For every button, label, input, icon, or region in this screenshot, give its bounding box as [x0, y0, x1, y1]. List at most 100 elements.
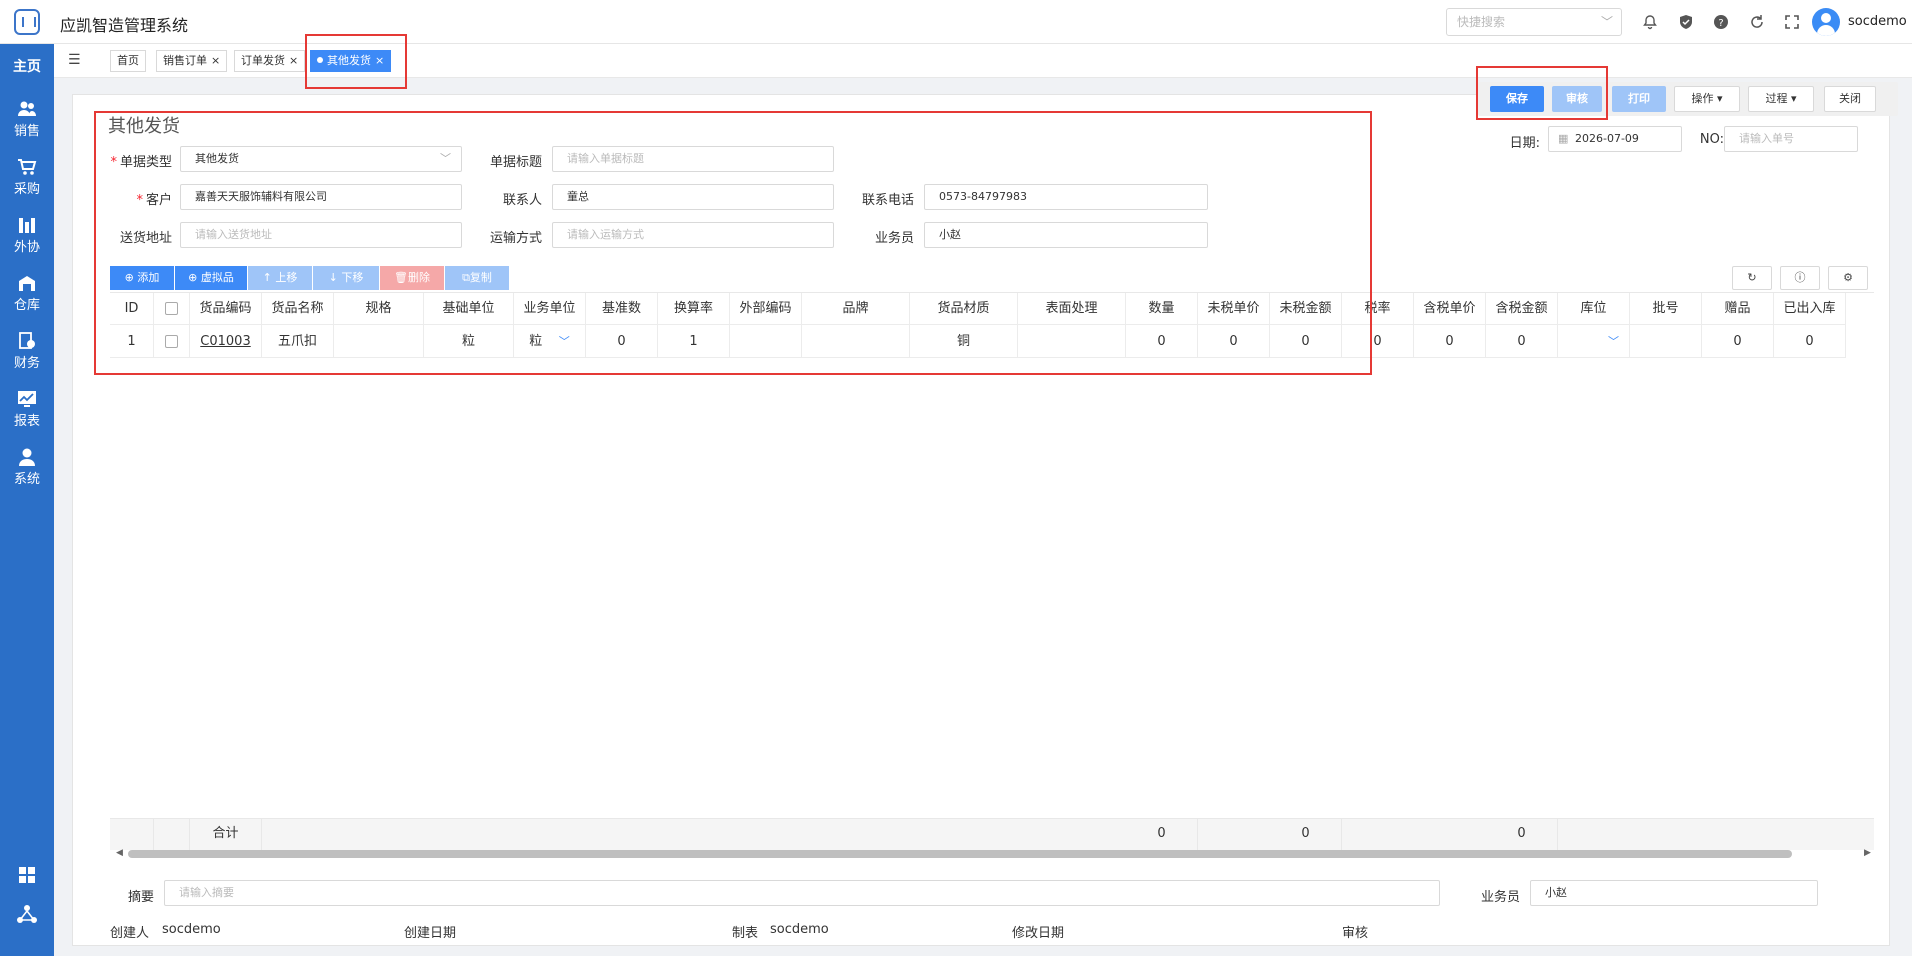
row-material[interactable]: 铜	[910, 325, 1018, 358]
close-icon[interactable]: ×	[289, 54, 298, 67]
row-external-code[interactable]	[730, 325, 802, 358]
row-tax-rate[interactable]: 0	[1342, 325, 1414, 358]
salesman-input[interactable]: 小赵	[924, 222, 1208, 248]
delete-row-button[interactable]: 🗑删除	[380, 266, 444, 290]
select-all-checkbox[interactable]	[165, 302, 178, 315]
bell-icon[interactable]	[1640, 12, 1660, 32]
sidebar-item-warehouse[interactable]: 仓库	[0, 274, 54, 313]
col-header-external-code[interactable]: 外部编码	[730, 293, 802, 325]
col-header-untaxed-price[interactable]: 未税单价	[1198, 293, 1270, 325]
sidebar-item-sales[interactable]: 销售	[0, 100, 54, 139]
row-batch[interactable]	[1630, 325, 1702, 358]
print-button[interactable]: 打印	[1612, 86, 1666, 112]
row-untaxed-price[interactable]: 0	[1198, 325, 1270, 358]
copy-row-button[interactable]: ⧉复制	[445, 266, 509, 290]
row-checkbox[interactable]	[165, 335, 178, 348]
col-header-conversion[interactable]: 换算率	[658, 293, 730, 325]
apps-grid-icon[interactable]	[17, 866, 37, 886]
date-field[interactable]: ▦ 2026-07-09	[1548, 126, 1682, 152]
col-header-spec[interactable]: 规格	[334, 293, 424, 325]
move-down-button[interactable]: ↓ 下移	[313, 266, 379, 290]
audit-button[interactable]: 审核	[1552, 86, 1602, 112]
save-button[interactable]: 保存	[1490, 86, 1544, 112]
row-inout[interactable]: 0	[1774, 325, 1846, 358]
row-biz-unit-select[interactable]: 粒 ﹀	[514, 325, 586, 358]
move-up-button[interactable]: ↑ 上移	[248, 266, 312, 290]
col-header-base-unit[interactable]: 基础单位	[424, 293, 514, 325]
menu-toggle-icon[interactable]: ☰	[68, 52, 81, 68]
row-gift[interactable]: 0	[1702, 325, 1774, 358]
scroll-right-icon[interactable]: ▶	[1864, 848, 1871, 858]
no-input[interactable]: 请输入单号	[1724, 126, 1858, 152]
close-icon[interactable]: ×	[375, 54, 384, 67]
sidebar-item-system[interactable]: 系统	[0, 448, 54, 487]
grid-refresh-icon[interactable]: ↻	[1732, 266, 1772, 290]
row-untaxed-amount[interactable]: 0	[1270, 325, 1342, 358]
col-header-brand[interactable]: 品牌	[802, 293, 910, 325]
col-header-location[interactable]: 库位	[1558, 293, 1630, 325]
close-button[interactable]: 关闭	[1824, 86, 1876, 112]
col-header-gift[interactable]: 赠品	[1702, 293, 1774, 325]
col-header-base-qty[interactable]: 基准数	[586, 293, 658, 325]
summary-input[interactable]: 请输入摘要	[164, 880, 1440, 906]
doc-type-select[interactable]: 其他发货 ﹀	[180, 146, 462, 172]
operate-dropdown[interactable]: 操作 ▾	[1674, 86, 1740, 112]
col-header-code[interactable]: 货品编码	[190, 293, 262, 325]
row-taxed-amount[interactable]: 0	[1486, 325, 1558, 358]
process-dropdown[interactable]: 过程 ▾	[1748, 86, 1814, 112]
refresh-icon[interactable]	[1747, 12, 1767, 32]
add-row-button[interactable]: ⊕ 添加	[110, 266, 174, 290]
username[interactable]: socdemo	[1848, 14, 1907, 29]
tab-sales-order[interactable]: 销售订单 ×	[156, 50, 228, 72]
transport-input[interactable]: 请输入运输方式	[552, 222, 834, 248]
sidebar-item-finance[interactable]: 财务	[0, 332, 54, 371]
shield-icon[interactable]	[1676, 12, 1696, 32]
row-base-unit[interactable]: 粒	[424, 325, 514, 358]
row-conversion[interactable]: 1	[658, 325, 730, 358]
address-input[interactable]: 请输入送货地址	[180, 222, 462, 248]
tab-other-delivery[interactable]: 其他发货 ×	[310, 50, 392, 72]
fullscreen-icon[interactable]	[1782, 12, 1802, 32]
contact-input[interactable]: 童总	[552, 184, 834, 210]
col-header-taxed-price[interactable]: 含税单价	[1414, 293, 1486, 325]
help-icon[interactable]: ?	[1711, 12, 1731, 32]
network-icon[interactable]	[17, 904, 37, 924]
row-taxed-price[interactable]: 0	[1414, 325, 1486, 358]
phone-input[interactable]: 0573-84797983	[924, 184, 1208, 210]
scrollbar-thumb[interactable]	[128, 850, 1792, 858]
goods-code-link[interactable]: C01003	[200, 334, 250, 349]
col-header-taxed-amount[interactable]: 含税金额	[1486, 293, 1558, 325]
row-checkbox-cell[interactable]	[154, 325, 190, 358]
sidebar-item-purchase[interactable]: 采购	[0, 158, 54, 197]
row-surface[interactable]	[1018, 325, 1126, 358]
close-icon[interactable]: ×	[211, 54, 220, 67]
col-header-tax-rate[interactable]: 税率	[1342, 293, 1414, 325]
sidebar-item-outsource[interactable]: 外协	[0, 216, 54, 255]
row-code[interactable]: C01003	[190, 325, 262, 358]
row-brand[interactable]	[802, 325, 910, 358]
col-header-inout[interactable]: 已出入库	[1774, 293, 1846, 325]
row-spec[interactable]	[334, 325, 424, 358]
scroll-left-icon[interactable]: ◀	[116, 848, 123, 858]
col-header-material[interactable]: 货品材质	[910, 293, 1018, 325]
tab-order-delivery[interactable]: 订单发货 ×	[234, 50, 306, 72]
sidebar-item-home[interactable]: 主页	[0, 56, 54, 76]
doc-title-input[interactable]: 请输入单据标题	[552, 146, 834, 172]
row-location-select[interactable]: ﹀	[1558, 325, 1630, 358]
col-header-biz-unit[interactable]: 业务单位	[514, 293, 586, 325]
row-base-qty[interactable]: 0	[586, 325, 658, 358]
col-header-untaxed-amount[interactable]: 未税金额	[1270, 293, 1342, 325]
row-name[interactable]: 五爪扣	[262, 325, 334, 358]
select-all-checkbox-cell[interactable]	[154, 293, 190, 325]
avatar[interactable]	[1812, 8, 1840, 36]
customer-input[interactable]: 嘉善天天服饰辅料有限公司	[180, 184, 462, 210]
col-header-name[interactable]: 货品名称	[262, 293, 334, 325]
col-header-qty[interactable]: 数量	[1126, 293, 1198, 325]
horizontal-scrollbar[interactable]: ◀ ▶	[112, 848, 1874, 862]
info-icon[interactable]: ⓘ	[1780, 266, 1820, 290]
sidebar-item-report[interactable]: 报表	[0, 390, 54, 429]
col-header-batch[interactable]: 批号	[1630, 293, 1702, 325]
add-virtual-button[interactable]: ⊕ 虚拟品	[175, 266, 247, 290]
row-qty[interactable]: 0	[1126, 325, 1198, 358]
col-header-surface[interactable]: 表面处理	[1018, 293, 1126, 325]
